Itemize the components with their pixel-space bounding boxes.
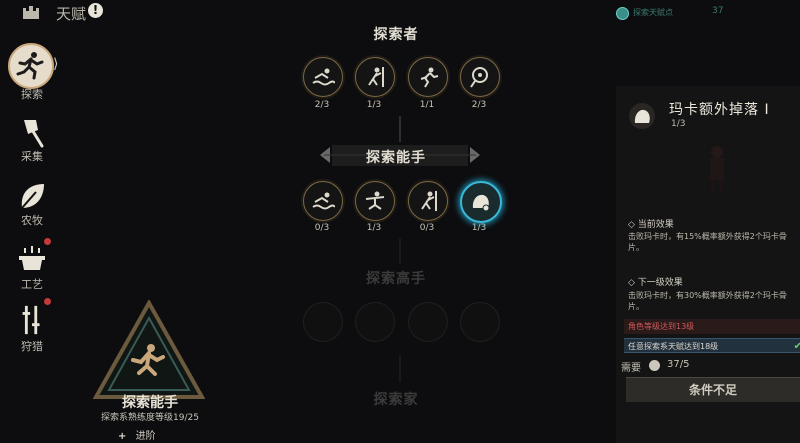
top-bar: 天赋 ! 探索天赋点 37 xyxy=(0,0,800,26)
axe-icon xyxy=(24,120,44,148)
talent-node-compass[interactable] xyxy=(460,57,500,97)
sidebar-item-gather[interactable]: 采集 xyxy=(0,110,64,170)
talent-node-locked[interactable] xyxy=(408,302,448,342)
sidebar-item-label: 农牧 xyxy=(21,214,43,227)
talent-count: 0/3 xyxy=(419,223,435,233)
running-man-icon xyxy=(16,52,44,80)
advance-button[interactable]: + 进阶 xyxy=(118,427,178,442)
maka-icon xyxy=(629,103,655,129)
climbing-icon xyxy=(421,191,437,211)
tier-title-explorer: 探索者 xyxy=(373,27,419,43)
compass-icon xyxy=(470,67,488,88)
current-effect-heading: ◇ 当前效果 xyxy=(628,220,674,230)
requirement-unmet: 角色等级达到13级 xyxy=(624,319,800,334)
talent-level: 1/3 xyxy=(671,119,686,129)
sidebar-item-label: 工艺 xyxy=(21,278,43,291)
sprinting-icon xyxy=(420,67,439,88)
talent-node-climb-2[interactable] xyxy=(408,181,448,221)
badge-title: 探索能手 xyxy=(122,395,178,411)
talent-count: 0/3 xyxy=(314,223,330,233)
talent-count: 1/1 xyxy=(419,100,435,110)
alert-icon[interactable]: ! xyxy=(88,3,103,18)
talent-node-glide[interactable] xyxy=(355,181,395,221)
climbing-icon xyxy=(368,67,384,87)
talent-node-sprint[interactable] xyxy=(408,57,448,97)
tree-connector xyxy=(399,238,401,264)
talent-node-locked[interactable] xyxy=(460,302,500,342)
sidebar-item-craft[interactable]: 工艺 xyxy=(0,238,64,298)
explore-rank-badge xyxy=(93,300,205,399)
chevron-right-icon: ⟩ xyxy=(53,56,59,72)
creature-silhouette xyxy=(710,146,724,192)
talent-detail-panel: 玛卡额外掉落 I 1/3 ◇ 当前效果 击败玛卡时，有15%概率额外获得2个玛卡… xyxy=(616,86,800,443)
hunting-tools-icon xyxy=(22,305,40,335)
swimming-icon xyxy=(312,192,335,210)
cooking-pot-icon xyxy=(19,246,45,270)
plus-icon: + xyxy=(118,431,127,442)
talent-node-climb[interactable] xyxy=(355,57,395,97)
current-effect-desc: 击败玛卡时，有15%概率额外获得2个玛卡骨片。 xyxy=(628,232,787,252)
upgrade-button[interactable]: 条件不足 xyxy=(626,377,800,402)
talent-node-maka-drop[interactable] xyxy=(460,181,502,223)
talent-count: 1/3 xyxy=(366,100,382,110)
requirement-met: 任意探索系天赋达到18级 ✔ xyxy=(624,338,800,353)
talent-node-swim-2[interactable] xyxy=(303,181,343,221)
checkmark-icon: ✔ xyxy=(793,341,800,352)
tier-title-master: 探索家 xyxy=(373,392,419,408)
sidebar-item-hunt[interactable]: 狩猎 xyxy=(0,298,64,358)
maka-icon xyxy=(472,194,490,212)
talent-node-swim[interactable] xyxy=(303,57,343,97)
proficiency-level: 探索系熟练度等级19/25 xyxy=(101,413,199,423)
talent-count: 2/3 xyxy=(314,100,330,110)
castle-icon xyxy=(23,6,39,19)
advance-label: 进阶 xyxy=(135,431,156,442)
talent-count: 1/3 xyxy=(366,223,382,233)
tree-connector xyxy=(399,116,401,142)
talent-count: 1/3 xyxy=(471,223,487,233)
talent-node-locked[interactable] xyxy=(303,302,343,342)
next-effect-desc: 击败玛卡时，有30%概率额外获得2个玛卡骨片。 xyxy=(628,291,787,311)
leaf-icon xyxy=(21,184,44,209)
talent-point-icon xyxy=(616,7,629,20)
requirement-text: 任意探索系天赋达到18级 xyxy=(628,342,719,351)
tier-title-expert: 探索高手 xyxy=(366,271,426,287)
tree-connector xyxy=(399,356,401,382)
sidebar-item-label: 采集 xyxy=(21,150,43,163)
sidebar-item-farm[interactable]: 农牧 xyxy=(0,174,64,234)
tier-title-adept: 探索能手 xyxy=(366,150,426,166)
cost-value: 37/5 xyxy=(667,359,690,370)
gliding-icon xyxy=(365,191,385,210)
sidebar-item-label: 探索 xyxy=(21,88,43,101)
sidebar-item-explore[interactable]: ⟩ 探索 xyxy=(0,38,64,101)
talent-points-label: 探索天赋点 xyxy=(633,8,673,17)
next-effect-heading: ◇ 下一级效果 xyxy=(628,278,683,288)
page-title: 天赋 xyxy=(56,5,87,23)
requirement-text: 角色等级达到13级 xyxy=(628,322,695,331)
sidebar-item-label: 狩猎 xyxy=(21,340,43,353)
talent-point-icon xyxy=(649,360,660,371)
talent-count: 2/3 xyxy=(471,100,487,110)
cost-label: 需要 xyxy=(621,363,641,374)
talent-points-value: 37 xyxy=(712,6,724,16)
swimming-icon xyxy=(312,68,335,86)
talent-node-locked[interactable] xyxy=(355,302,395,342)
talent-name: 玛卡额外掉落 I xyxy=(669,102,770,118)
